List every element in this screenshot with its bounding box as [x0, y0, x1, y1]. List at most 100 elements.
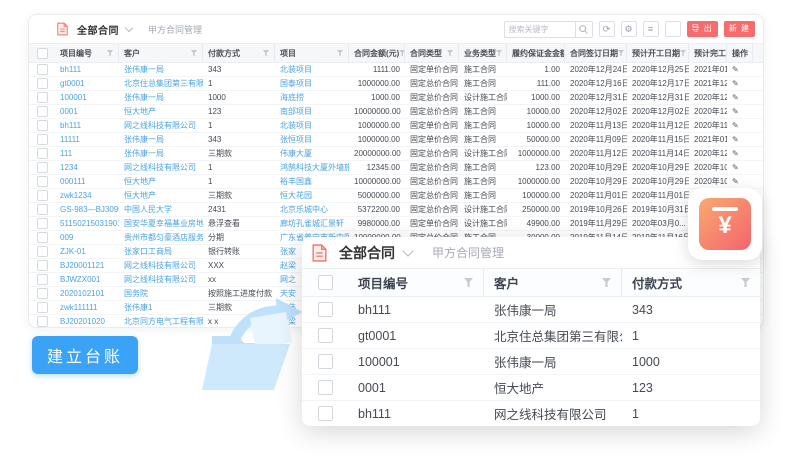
search-input[interactable]	[504, 21, 576, 38]
row-checkbox[interactable]	[37, 148, 48, 159]
cell-link[interactable]: 伟康大厦	[275, 148, 349, 159]
row-checkbox[interactable]	[37, 162, 48, 173]
cell-link[interactable]: zwk1234	[55, 191, 119, 200]
cell-link[interactable]: 张伟康一局	[484, 300, 622, 319]
cell-link[interactable]: 0001	[348, 381, 484, 395]
cell-link[interactable]: 100001	[348, 355, 484, 369]
row-checkbox[interactable]	[37, 190, 48, 201]
row-checkbox[interactable]	[37, 134, 48, 145]
cell-link[interactable]: gt0001	[55, 79, 119, 88]
cell-link[interactable]: 恒大花园	[275, 190, 349, 201]
filter-icon[interactable]	[191, 50, 197, 56]
filter-icon[interactable]	[602, 278, 611, 287]
cell-link[interactable]: 100001	[55, 93, 119, 102]
edit-icon[interactable]: ✎	[732, 163, 739, 172]
edit-icon[interactable]: ✎	[732, 149, 739, 158]
cell-link[interactable]: 裕丰国鑫	[275, 176, 349, 187]
row-checkbox[interactable]	[37, 260, 48, 271]
row-checkbox[interactable]	[37, 106, 48, 117]
select-all-checkbox[interactable]	[318, 275, 333, 290]
create-button[interactable]: 新 建	[724, 21, 755, 37]
cell-link[interactable]: 鸿鹄科技大厦外墙施工项目	[275, 162, 349, 173]
cell-link[interactable]: 恒大地产	[119, 190, 203, 201]
cell-link[interactable]: 网之线科技有限公司	[119, 120, 203, 131]
cell-link[interactable]: ZJK-01	[55, 247, 119, 256]
cell-link[interactable]: BJ20001121	[55, 261, 119, 270]
chevron-down-icon[interactable]	[402, 245, 413, 256]
filter-icon[interactable]	[337, 50, 343, 56]
row-checkbox[interactable]	[37, 246, 48, 257]
cell-link[interactable]: BJ20201020	[55, 317, 119, 326]
cell-link[interactable]: 北京同方电气工程有限公司	[119, 316, 203, 327]
cell-link[interactable]: 0001	[55, 107, 119, 116]
row-checkbox[interactable]	[37, 232, 48, 243]
edit-icon[interactable]: ✎	[732, 135, 739, 144]
cell-link[interactable]: 国泰项目	[275, 78, 349, 89]
cell-link[interactable]: 5115021503190101	[55, 219, 119, 228]
cell-link[interactable]: 11111	[55, 135, 119, 144]
filter-toolbar-icon[interactable]	[665, 21, 681, 37]
chevron-down-icon[interactable]	[125, 24, 133, 32]
cell-link[interactable]: 国务院	[119, 288, 203, 299]
cell-link[interactable]: bh111	[55, 121, 119, 130]
cell-link[interactable]: 贵州市都匀豪酒店服务有...	[119, 232, 203, 243]
cell-link[interactable]: 张伟康1	[119, 302, 203, 313]
filter-icon[interactable]	[263, 50, 269, 56]
cell-link[interactable]: gt0001	[348, 329, 484, 343]
cell-link[interactable]: 网之线科技有限公司	[119, 260, 203, 271]
cell-link[interactable]: 张伟康一局	[119, 148, 203, 159]
row-checkbox[interactable]	[318, 354, 333, 369]
cell-link[interactable]: zwk111111	[55, 303, 119, 312]
gear-icon[interactable]: ⚙	[621, 21, 637, 37]
row-checkbox[interactable]	[318, 380, 333, 395]
row-checkbox[interactable]	[318, 302, 333, 317]
cell-link[interactable]: 海底捞	[275, 92, 349, 103]
row-checkbox[interactable]	[37, 218, 48, 229]
filter-icon[interactable]	[464, 278, 473, 287]
cell-link[interactable]: 网之线科技有限公司	[484, 404, 622, 423]
cell-link[interactable]: 111	[55, 149, 119, 158]
row-checkbox[interactable]	[37, 64, 48, 75]
row-checkbox[interactable]	[37, 78, 48, 89]
search-icon[interactable]	[576, 21, 593, 38]
list-icon[interactable]: ≡	[643, 21, 659, 37]
cell-link[interactable]: 张伟康一局	[119, 92, 203, 103]
filter-icon[interactable]	[496, 50, 502, 56]
cell-link[interactable]: 网之线科技有限公司	[119, 162, 203, 173]
cell-link[interactable]: 张伟康一局	[119, 134, 203, 145]
cell-link[interactable]: bh111	[348, 407, 484, 421]
cell-link[interactable]: 009	[55, 233, 119, 242]
filter-icon[interactable]	[618, 50, 624, 56]
edit-icon[interactable]: ✎	[732, 65, 739, 74]
row-checkbox[interactable]	[37, 288, 48, 299]
edit-icon[interactable]: ✎	[732, 177, 739, 186]
row-checkbox[interactable]	[37, 120, 48, 131]
cell-link[interactable]: GS-983—BJ30998	[55, 205, 119, 214]
cell-link[interactable]: 国安华夏幸福基业房地产...	[119, 218, 203, 229]
edit-icon[interactable]: ✎	[732, 93, 739, 102]
edit-icon[interactable]: ✎	[732, 121, 739, 130]
cell-link[interactable]: 南部项目	[275, 106, 349, 117]
row-checkbox[interactable]	[318, 328, 333, 343]
row-checkbox[interactable]	[37, 204, 48, 215]
row-checkbox[interactable]	[37, 274, 48, 285]
cell-link[interactable]: 张恒项目	[275, 134, 349, 145]
cell-link[interactable]: 北京住总集团第三有限公司	[119, 78, 203, 89]
cell-link[interactable]: 恒大地产	[119, 106, 203, 117]
cell-link[interactable]: bh111	[348, 303, 484, 317]
row-checkbox[interactable]	[318, 406, 333, 421]
cell-link[interactable]: 000111	[55, 177, 119, 186]
cell-link[interactable]: 张伟康一局	[484, 352, 622, 371]
export-button[interactable]: 导 出	[687, 21, 718, 37]
filter-icon[interactable]	[741, 278, 750, 287]
cell-link[interactable]: bh111	[55, 65, 119, 74]
filter-icon[interactable]	[107, 50, 113, 56]
cell-link[interactable]: 张伟康一局	[119, 64, 203, 75]
create-ledger-button[interactable]: 建立台账	[32, 336, 138, 374]
cell-link[interactable]: 1234	[55, 163, 119, 172]
row-checkbox[interactable]	[37, 92, 48, 103]
cell-link[interactable]: 北装项目	[275, 64, 349, 75]
cell-link[interactable]: 中国人民大学	[119, 204, 203, 215]
select-all-checkbox[interactable]	[37, 48, 48, 59]
filter-icon[interactable]	[680, 50, 686, 56]
